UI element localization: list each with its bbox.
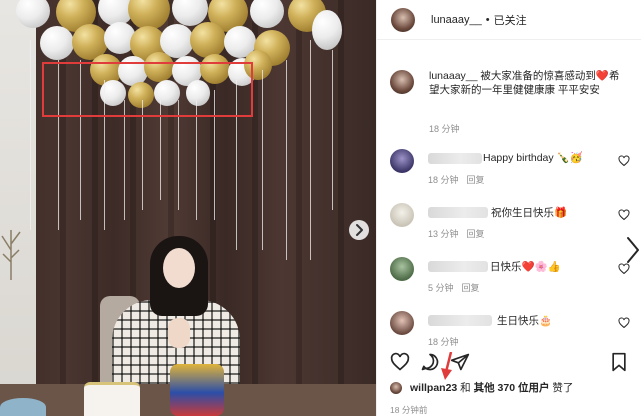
next-image-button[interactable] xyxy=(349,220,369,240)
likes-suffix: 赞了 xyxy=(549,382,574,394)
other-likers-link[interactable]: 其他 370 位用户 xyxy=(474,382,550,394)
caption-username[interactable]: lunaaay__ xyxy=(429,70,477,82)
comment-avatar[interactable] xyxy=(390,311,414,335)
comment-item: 日快乐❤️🌸👍 5 分钟 回复 xyxy=(390,257,630,297)
blurred-username xyxy=(428,261,488,272)
comment-meta: 18 分钟 回复 xyxy=(428,173,485,186)
caption-avatar[interactable] xyxy=(390,70,414,94)
blurred-username xyxy=(428,153,482,164)
reply-button[interactable]: 回复 xyxy=(467,175,485,185)
liker-username[interactable]: willpan23 xyxy=(410,382,457,394)
comment-item: 祝你生日快乐🎁 13 分钟 回复 xyxy=(390,203,630,243)
like-comment-heart-icon[interactable] xyxy=(618,155,630,167)
liker-avatar[interactable] xyxy=(390,381,402,394)
arrow-down-icon xyxy=(441,352,453,380)
separator-dot: • xyxy=(485,13,490,26)
chevron-right-icon xyxy=(356,224,363,236)
post-action-bar xyxy=(390,352,628,374)
comment-avatar[interactable] xyxy=(390,257,414,281)
blurred-username xyxy=(428,207,488,218)
person-face xyxy=(163,248,195,288)
caption-time: 18 分钟 xyxy=(429,124,460,134)
chevron-right-icon[interactable] xyxy=(626,236,640,264)
author-avatar[interactable] xyxy=(391,7,415,32)
post-timestamp: 18 分钟前 xyxy=(390,405,428,415)
post-header: lunaaay__ • 已关注 xyxy=(377,0,641,40)
likes-and: 和 xyxy=(457,382,474,394)
birthday-cake xyxy=(84,382,140,416)
caption-highlight-box xyxy=(42,62,253,117)
caption-text: lunaaay__ 被大家准备的惊喜感动到❤️希望大家新的一年里健健康康 平平安… xyxy=(429,69,625,97)
comment-text: Happy birthday 🍾🥳 xyxy=(483,152,583,164)
reply-button[interactable]: 回复 xyxy=(467,229,485,239)
comment-item: 生日快乐🎂 18 分钟 xyxy=(390,311,630,351)
comment-time: 5 分钟 xyxy=(428,283,454,293)
bowl xyxy=(0,398,46,416)
cake-topper xyxy=(170,364,224,416)
comment-time: 18 分钟 xyxy=(428,337,459,347)
comment-avatar[interactable] xyxy=(390,203,414,227)
comment-meta: 5 分钟 回复 xyxy=(428,281,480,294)
follow-status-button[interactable]: 已关注 xyxy=(494,12,527,28)
comment-time: 13 分钟 xyxy=(428,229,459,239)
caption: lunaaay__ 被大家准备的惊喜感动到❤️希望大家新的一年里健健康康 平平安… xyxy=(390,69,625,97)
author-username[interactable]: lunaaay__ xyxy=(431,14,482,26)
reply-button[interactable]: 回复 xyxy=(462,283,480,293)
like-comment-heart-icon[interactable] xyxy=(618,209,630,221)
likes-summary: willpan23 和 其他 370 位用户 赞了 xyxy=(390,380,573,395)
comment-item: Happy birthday 🍾🥳 18 分钟 回复 xyxy=(390,149,630,189)
comment-text: 生日快乐🎂 xyxy=(497,315,553,327)
comment-avatar[interactable] xyxy=(390,149,414,173)
comment-icon[interactable] xyxy=(420,352,440,372)
person-hands xyxy=(168,318,190,348)
comment-text: 祝你生日快乐🎁 xyxy=(491,207,568,219)
comment-text: 日快乐❤️🌸👍 xyxy=(490,261,561,273)
blurred-username xyxy=(428,315,492,326)
heart-icon[interactable] xyxy=(390,352,410,372)
like-comment-heart-icon[interactable] xyxy=(618,317,630,329)
bookmark-icon[interactable] xyxy=(610,352,628,372)
comment-meta: 18 分钟 xyxy=(428,335,459,348)
plant xyxy=(1,230,21,280)
comment-meta: 13 分钟 回复 xyxy=(428,227,485,240)
like-comment-heart-icon[interactable] xyxy=(618,263,630,275)
comment-time: 18 分钟 xyxy=(428,175,459,185)
